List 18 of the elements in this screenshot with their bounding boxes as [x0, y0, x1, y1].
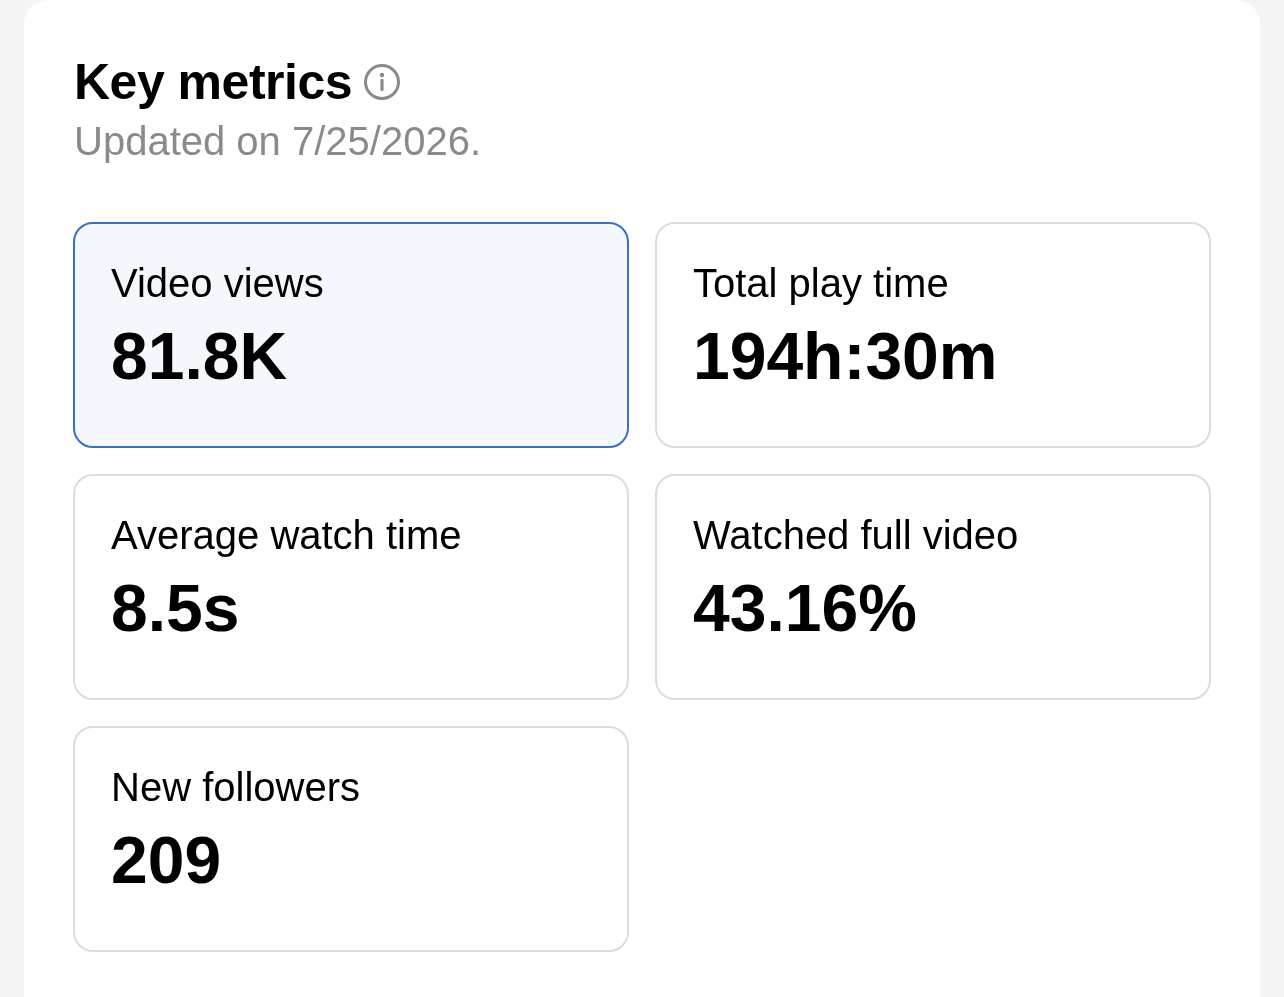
metric-card[interactable]: Average watch time 8.5s	[73, 474, 629, 700]
updated-date-text: Updated on 7/25/2026.	[73, 118, 481, 165]
metric-label: Average watch time	[111, 512, 462, 559]
metric-value: 43.16%	[693, 575, 917, 641]
metric-value: 209	[111, 827, 222, 893]
metric-value: 194h:30m	[693, 323, 998, 389]
metric-value: 8.5s	[111, 575, 240, 641]
section-title: Key metrics	[74, 53, 352, 112]
metric-label: New followers	[111, 764, 360, 811]
metric-label: Total play time	[693, 260, 949, 307]
metric-label: Video views	[111, 260, 324, 307]
metric-card[interactable]: Video views 81.8K	[73, 222, 629, 448]
metric-card[interactable]: New followers 209	[73, 726, 629, 952]
metric-card[interactable]: Total play time 194h:30m	[655, 222, 1211, 448]
info-icon[interactable]	[364, 64, 400, 100]
metric-value: 81.8K	[111, 323, 288, 389]
metric-card[interactable]: Watched full video 43.16%	[655, 474, 1211, 700]
metric-label: Watched full video	[693, 512, 1019, 559]
